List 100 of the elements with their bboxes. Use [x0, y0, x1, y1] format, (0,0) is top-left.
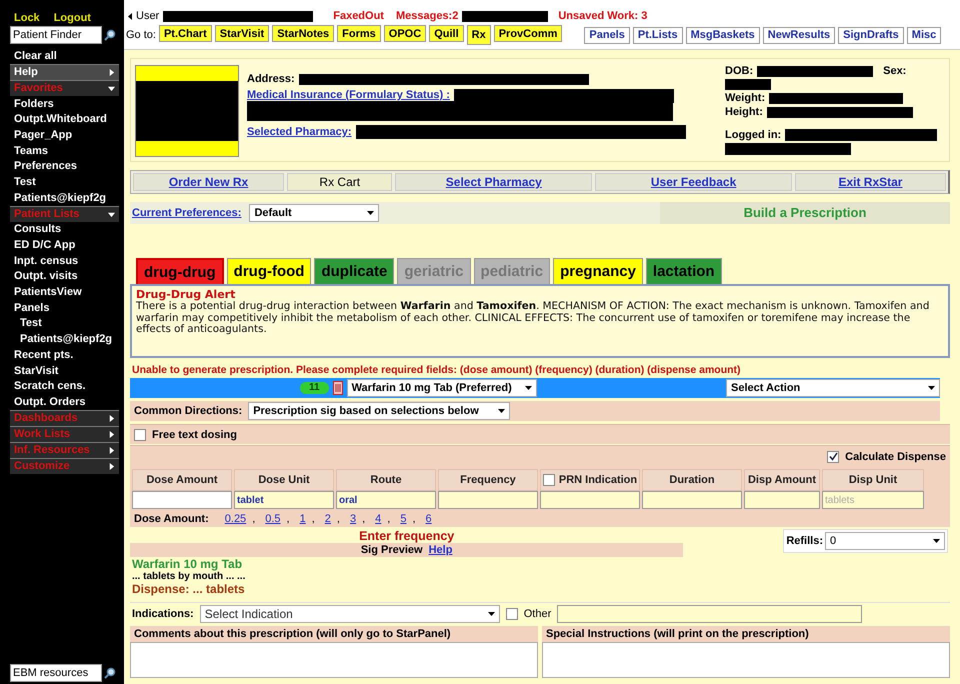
sidebar-item[interactable]: Teams — [10, 142, 119, 158]
redaction-bar — [725, 79, 771, 90]
separator-text: , — [312, 513, 315, 525]
goto-button[interactable]: Pt.Chart — [158, 25, 212, 42]
goto-button[interactable]: Forms — [337, 25, 381, 42]
dose-amount-link[interactable]: 4 — [375, 513, 382, 525]
dropdown-caret-icon — [524, 386, 532, 390]
preferences-link[interactable]: Current Preferences: — [132, 207, 242, 219]
sidebar-item[interactable]: Consults — [10, 222, 119, 238]
help-link[interactable]: Help — [428, 544, 452, 556]
dose-amount-link[interactable]: 5 — [400, 513, 406, 525]
dose-input-field[interactable]: oral — [336, 491, 436, 509]
dose-amount-link[interactable]: 2 — [324, 513, 331, 525]
preferences-select[interactable]: Default — [249, 204, 380, 222]
instructions-label: Special Instructions (will print on the prescription) — [546, 628, 809, 640]
nav-tab[interactable]: Select Pharmacy — [395, 173, 592, 191]
refills-select[interactable]: 0 — [825, 532, 945, 550]
instructions-field[interactable] — [542, 642, 950, 678]
alert-tab[interactable]: drug-food — [226, 258, 312, 284]
other-checkbox[interactable] — [506, 608, 518, 620]
collapse-arrow-icon[interactable] — [128, 12, 132, 20]
preview-dispense-text: Dispense: ... tablets — [132, 582, 246, 596]
alert-tab[interactable]: lactation — [646, 258, 722, 284]
prn-checkbox[interactable] — [542, 474, 555, 486]
panel-button[interactable]: NewResults — [762, 26, 836, 44]
nav-tab[interactable]: Rx Cart — [287, 173, 392, 191]
goto-button[interactable]: ProvComm — [494, 25, 562, 42]
goto-button[interactable]: StarVisit — [214, 25, 270, 42]
dose-input-field[interactable] — [540, 491, 640, 509]
dropdown-arrow-icon — [108, 210, 115, 218]
dose-amount-link[interactable]: 0.25 — [224, 513, 246, 525]
panel-button[interactable]: Pt.Lists — [632, 26, 683, 44]
alert-tab[interactable]: pregnancy — [553, 258, 643, 284]
dropdown-caret-icon — [488, 612, 495, 616]
sidebar-item[interactable]: Test — [10, 174, 119, 190]
sidebar-item[interactable]: Patients@kiepf2g — [10, 331, 119, 347]
sidebar-item[interactable]: Clear all — [10, 48, 119, 64]
sidebar-item[interactable]: Test — [10, 316, 119, 332]
sidebar-item[interactable]: Outpt. Orders — [10, 394, 119, 410]
goto-button[interactable]: StarNotes — [272, 25, 334, 42]
sidebar-top-link[interactable]: Logout — [54, 12, 91, 26]
column-header: Frequency — [438, 469, 538, 491]
nav-tab[interactable]: Order New Rx — [133, 173, 284, 191]
sidebar-item[interactable]: Patients@kiepf2g — [10, 190, 119, 206]
other-input-field[interactable] — [557, 604, 862, 622]
ebm-search-field[interactable]: EBM resources — [10, 664, 102, 682]
panel-button[interactable]: MsgBaskets — [686, 26, 760, 44]
panel-button[interactable]: Panels — [584, 26, 630, 44]
dose-input-field[interactable] — [642, 491, 742, 509]
column-header: Disp Unit — [822, 469, 924, 491]
free-text-checkbox[interactable] — [134, 428, 146, 440]
sidebar-item[interactable]: PatientsView — [10, 284, 119, 300]
action-select[interactable]: Select Action — [726, 379, 940, 397]
dose-input-field[interactable]: tablet — [234, 491, 334, 509]
drug-select[interactable]: Warfarin 10 mg Tab (Preferred) — [346, 379, 537, 397]
sidebar-top-link[interactable]: Lock — [14, 12, 40, 26]
dose-input-field[interactable] — [132, 491, 232, 509]
sidebar-item[interactable]: Folders — [10, 96, 119, 112]
insurance-link[interactable]: Medical Insurance (Formulary Status) : — [247, 89, 450, 101]
delete-icon[interactable] — [332, 381, 343, 395]
faxed-status: FaxedOut — [333, 10, 384, 22]
preview-sig-text: ... tablets by mouth ... ... — [132, 571, 246, 582]
column-header: PRN Indication — [540, 469, 640, 491]
dose-input-field[interactable]: tablets — [822, 491, 924, 509]
panel-button[interactable]: SignDrafts — [838, 26, 904, 44]
pharmacy-link[interactable]: Selected Pharmacy: — [247, 126, 352, 138]
nav-tab[interactable]: Exit RxStar — [794, 173, 946, 191]
dose-amount-link[interactable]: 6 — [426, 513, 432, 525]
panel-button[interactable]: Misc — [906, 26, 942, 44]
dose-amount-link[interactable]: 0.5 — [265, 513, 281, 525]
sidebar-item[interactable]: Panels — [10, 300, 119, 316]
sidebar-item[interactable]: StarVisit — [10, 362, 119, 378]
sidebar-item[interactable]: Recent pts. — [10, 347, 119, 363]
alert-tab[interactable]: drug-drug — [136, 258, 224, 284]
goto-button[interactable]: Rx — [466, 25, 491, 45]
common-directions-select[interactable]: Prescription sig based on selections below — [248, 402, 510, 420]
sidebar-item[interactable]: Inpt. census — [10, 252, 119, 269]
sidebar-item[interactable]: ED D/C App — [10, 237, 119, 253]
sidebar-menu-item[interactable]: Help — [10, 64, 119, 80]
goto-button[interactable]: OPOC — [384, 25, 426, 42]
search-icon — [104, 29, 116, 41]
dose-input-field[interactable] — [744, 491, 820, 509]
sidebar-item[interactable]: Scratch cens. — [10, 378, 119, 394]
nav-tab[interactable]: User Feedback — [595, 173, 792, 191]
alert-tab[interactable]: duplicate — [314, 258, 394, 284]
dose-input-field[interactable] — [438, 491, 538, 509]
sidebar-item[interactable]: Pager_App — [10, 127, 119, 143]
calculate-dispense-checkbox[interactable] — [827, 450, 840, 462]
patient-finder-field[interactable]: Patient Finder — [10, 26, 102, 44]
goto-button[interactable]: Quill — [429, 25, 464, 42]
indication-select[interactable]: Select Indication — [200, 604, 500, 622]
dose-amount-link[interactable]: 3 — [350, 513, 356, 525]
submenu-arrow-icon — [108, 462, 115, 470]
messages-status: Messages:2 — [396, 10, 458, 22]
comments-field[interactable] — [130, 642, 538, 678]
sidebar-item[interactable]: Outpt.Whiteboard — [10, 111, 119, 128]
sidebar-item[interactable]: Preferences — [10, 158, 119, 174]
sidebar-item[interactable]: Outpt. visits — [10, 268, 119, 284]
dose-amount-link[interactable]: 1 — [300, 513, 306, 525]
calculate-dispense-label: Calculate Dispense — [845, 450, 946, 462]
